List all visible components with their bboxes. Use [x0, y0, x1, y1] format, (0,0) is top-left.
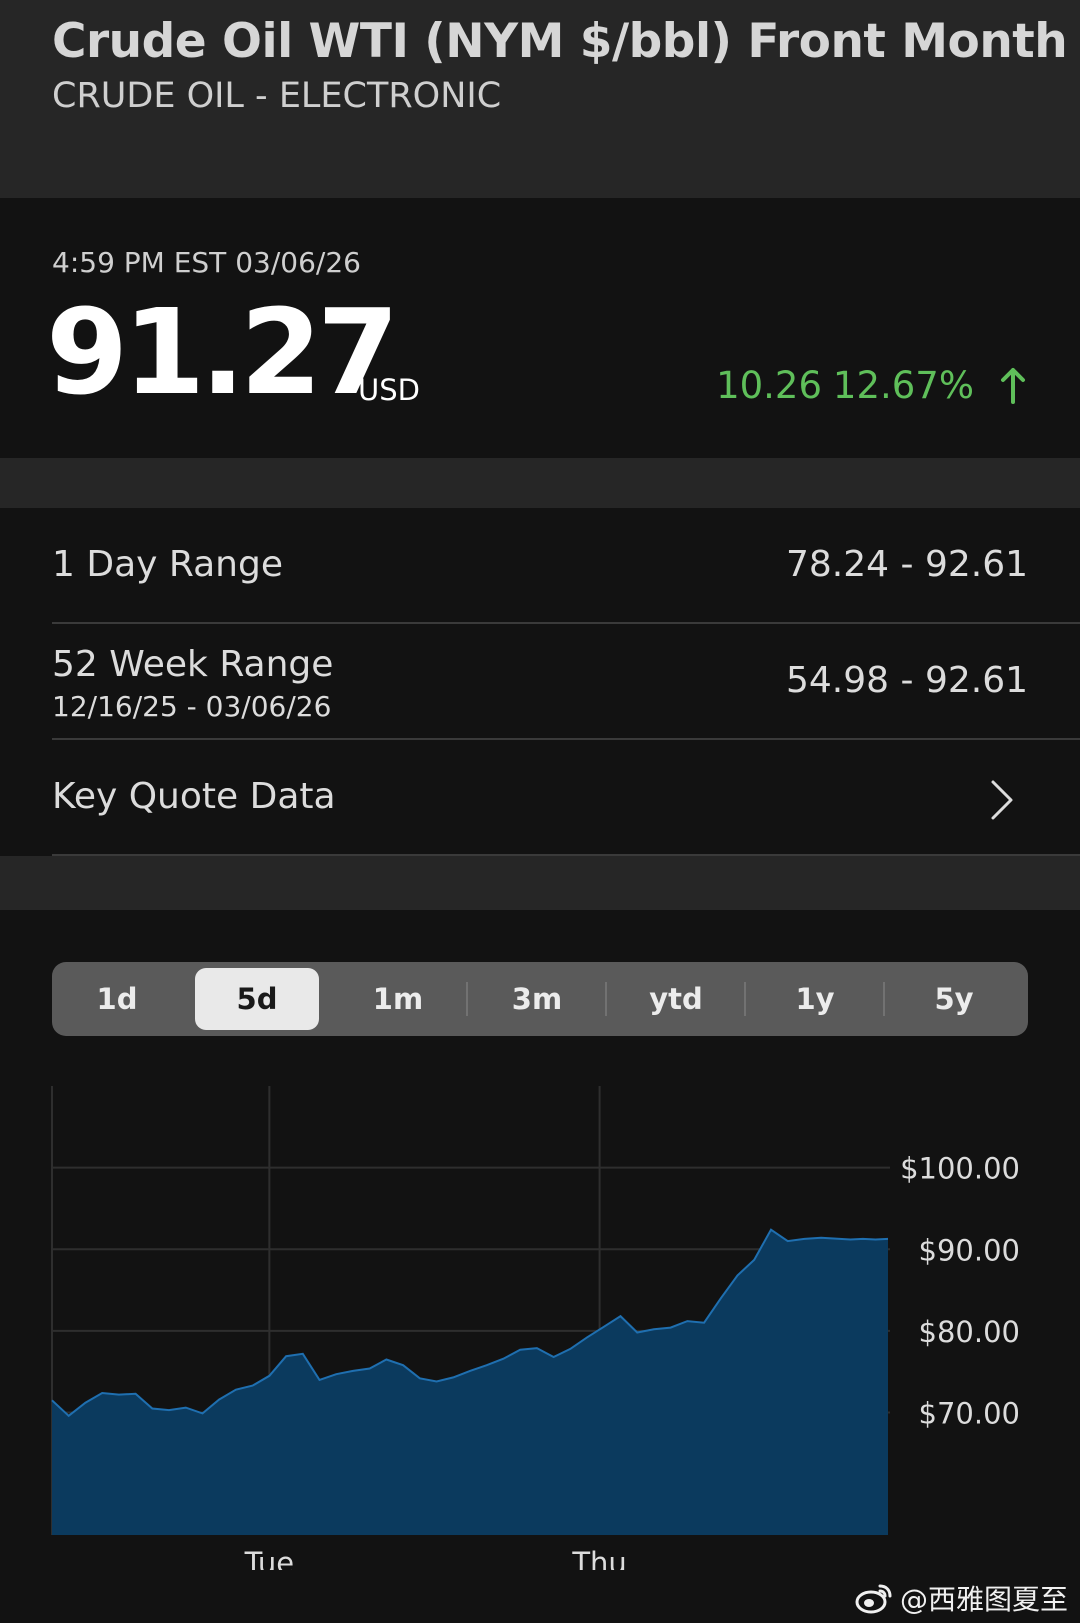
quote-timestamp: 4:59 PM EST 03/06/26: [52, 246, 361, 279]
week52-range-dates: 12/16/25 - 03/06/26: [52, 690, 332, 723]
change-percent: 12.67%: [832, 364, 974, 407]
tab-5y[interactable]: 5y: [892, 968, 1016, 1030]
tab-divider: [883, 982, 885, 1016]
tab-ytd[interactable]: ytd: [614, 968, 738, 1030]
quote-panel: 4:59 PM EST 03/06/26 91.27 USD 10.26 12.…: [0, 198, 1080, 458]
chevron-right-icon: [991, 780, 1013, 820]
section-divider: [0, 458, 1080, 508]
price-currency: USD: [358, 373, 420, 407]
arrow-up-icon: [1001, 368, 1025, 404]
y-tick-label: $70.00: [919, 1397, 1020, 1431]
weibo-icon: [855, 1584, 892, 1614]
tab-1y[interactable]: 1y: [753, 968, 877, 1030]
tab-5d[interactable]: 5d: [195, 968, 319, 1030]
tab-divider: [605, 982, 607, 1016]
price-area: [52, 1229, 888, 1535]
day-range-value: 78.24 - 92.61: [786, 544, 1028, 585]
key-quote-data-label: Key Quote Data: [52, 776, 336, 817]
tab-divider: [744, 982, 746, 1016]
page-header: Crude Oil WTI (NYM $/bbl) Front Month CR…: [0, 0, 1080, 198]
tab-1d[interactable]: 1d: [55, 968, 179, 1030]
watermark-text: @西雅图夏至: [899, 1583, 1068, 1616]
y-tick-label: $100.00: [900, 1152, 1020, 1186]
section-divider: [0, 856, 1080, 910]
day-range-label: 1 Day Range: [52, 544, 283, 585]
day-range-row: 1 Day Range 78.24 - 92.61: [52, 508, 1080, 624]
key-quote-data-row[interactable]: Key Quote Data: [52, 740, 1080, 856]
y-tick-label: $90.00: [919, 1233, 1020, 1267]
week52-range-label: 52 Week Range: [52, 644, 334, 685]
price-chart[interactable]: $100.00 $90.00 $80.00 $70.00 Tue Thu: [0, 1080, 1080, 1570]
y-tick-label: $80.00: [919, 1315, 1020, 1349]
time-range-tabs: 1d 5d 1m 3m ytd 1y 5y: [52, 962, 1028, 1036]
weibo-watermark: @西雅图夏至: [854, 1578, 1068, 1618]
x-tick-label: Tue: [244, 1546, 295, 1570]
x-tick-label: Thu: [571, 1546, 626, 1570]
change-absolute: 10.26: [716, 364, 822, 407]
instrument-subtitle: CRUDE OIL - ELECTRONIC: [52, 76, 502, 116]
week52-range-value: 54.98 - 92.61: [786, 660, 1028, 701]
tab-3m[interactable]: 3m: [475, 968, 599, 1030]
tab-1m[interactable]: 1m: [336, 968, 460, 1030]
instrument-title: Crude Oil WTI (NYM $/bbl) Front Month: [52, 14, 1068, 69]
tab-divider: [466, 982, 468, 1016]
last-price: 91.27: [46, 283, 399, 421]
week52-range-row: 52 Week Range 12/16/25 - 03/06/26 54.98 …: [52, 624, 1080, 740]
